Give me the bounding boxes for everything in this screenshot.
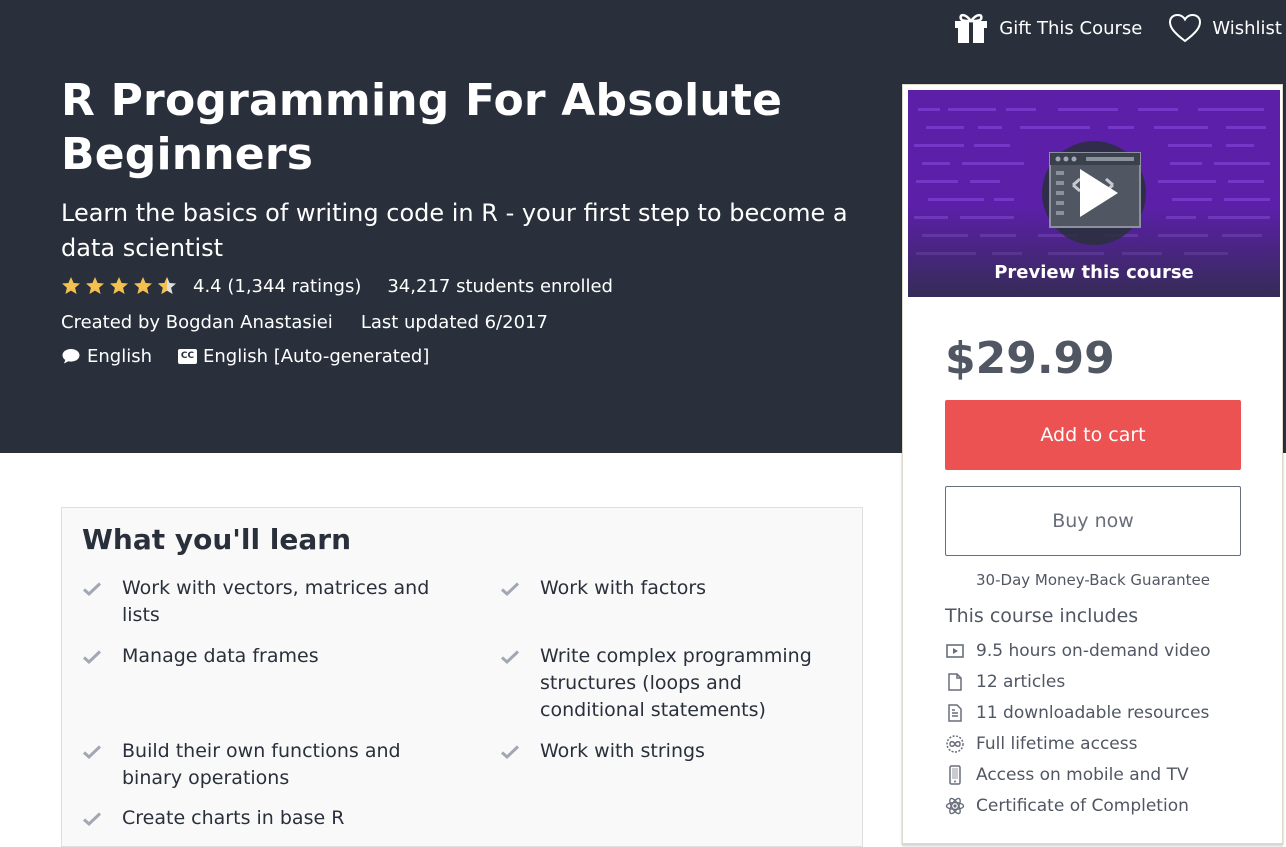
- gift-course-button[interactable]: Gift This Course: [953, 12, 1142, 44]
- learn-title: What you'll learn: [82, 523, 352, 556]
- check-icon: [82, 738, 122, 792]
- purchase-sidebar: Preview this course $29.99 Add to cart B…: [902, 84, 1283, 844]
- mobile-icon: [945, 764, 965, 785]
- speech-bubble-icon: [62, 349, 80, 364]
- last-updated: Last updated 6/2017: [360, 311, 548, 333]
- include-item: 9.5 hours on-demand video: [945, 635, 1245, 666]
- course-preview-video[interactable]: Preview this course: [908, 90, 1280, 297]
- code-decoration: [970, 180, 1000, 183]
- code-decoration: [994, 198, 1014, 201]
- code-decoration: [1154, 126, 1208, 129]
- learn-item: Write complex programming structures (lo…: [500, 643, 850, 724]
- gift-icon: [953, 12, 999, 44]
- top-actions: Gift This Course Wishlist: [953, 12, 1286, 44]
- caption-language: CC English [Auto-generated]: [178, 346, 429, 367]
- code-decoration: [1168, 144, 1212, 147]
- meta-row: Created by Bogdan Anastasiei Last update…: [61, 308, 548, 336]
- code-decoration: [1058, 108, 1118, 111]
- code-decoration: [978, 126, 1002, 129]
- what-you-will-learn: What you'll learn Work with vectors, mat…: [61, 507, 863, 847]
- code-decoration: [1214, 162, 1270, 165]
- code-decoration: [1224, 198, 1270, 201]
- rating-row: 4.4 (1,344 ratings) 34,217 students enro…: [61, 272, 613, 300]
- star-rating: [61, 276, 181, 296]
- article-icon: [945, 672, 965, 692]
- check-icon: [82, 575, 122, 629]
- include-item: Access on mobile and TV: [945, 759, 1245, 790]
- code-decoration: [928, 198, 984, 201]
- code-decoration: [916, 180, 958, 183]
- preview-label: Preview this course: [994, 262, 1194, 283]
- code-decoration: [948, 108, 996, 111]
- gift-course-label: Gift This Course: [999, 17, 1143, 39]
- code-decoration: [1198, 108, 1264, 111]
- learn-item: Create charts in base R: [82, 805, 432, 835]
- language-row: English CC English [Auto-generated]: [61, 342, 455, 370]
- include-item: 11 downloadable resources: [945, 697, 1245, 728]
- check-icon: [82, 805, 122, 835]
- learn-item: Work with vectors, matrices and lists: [82, 575, 432, 629]
- includes-title: This course includes: [945, 605, 1139, 627]
- check-icon: [82, 643, 122, 673]
- half-star-icon: [158, 277, 176, 294]
- includes-list: 9.5 hours on-demand video 12 articles 11…: [945, 635, 1245, 821]
- code-decoration: [914, 144, 964, 147]
- check-icon: [500, 575, 540, 605]
- wishlist-label: Wishlist: [1212, 17, 1282, 39]
- code-decoration: [1170, 162, 1202, 165]
- learn-item: Work with factors: [500, 575, 850, 605]
- code-decoration: [1006, 108, 1036, 111]
- learn-item: Build their own functions and binary ope…: [82, 738, 432, 792]
- buy-now-button[interactable]: Buy now: [945, 486, 1241, 556]
- include-item: Certificate of Completion: [945, 790, 1245, 821]
- course-title: R Programming For Absolute Beginners: [61, 75, 783, 180]
- include-item: Full lifetime access: [945, 728, 1245, 759]
- audio-language: English: [61, 346, 152, 367]
- created-by[interactable]: Created by Bogdan Anastasiei: [61, 312, 333, 333]
- learn-item: Work with strings: [500, 738, 850, 768]
- code-decoration: [918, 108, 940, 111]
- star-icon: [134, 277, 152, 294]
- include-item: 12 articles: [945, 666, 1245, 697]
- rating-text[interactable]: 4.4 (1,344 ratings): [193, 276, 361, 297]
- star-icon: [110, 277, 128, 294]
- add-to-cart-button[interactable]: Add to cart: [945, 400, 1241, 470]
- star-icon: [62, 277, 80, 294]
- code-decoration: [1226, 144, 1254, 147]
- closed-captions-icon: CC: [178, 348, 197, 364]
- star-icon: [86, 277, 104, 294]
- code-decoration: [1020, 126, 1090, 129]
- captions-label: English [Auto-generated]: [203, 345, 430, 367]
- code-decoration: [962, 162, 1024, 165]
- heart-icon: [1168, 13, 1212, 43]
- code-decoration: [922, 162, 950, 165]
- code-decoration: [1226, 126, 1266, 129]
- code-decoration: [1108, 126, 1134, 129]
- learn-item: Manage data frames: [82, 643, 432, 673]
- play-icon: [1080, 169, 1118, 217]
- video-icon: [945, 641, 965, 661]
- course-subtitle: Learn the basics of writing code in R - …: [61, 199, 848, 262]
- code-decoration: [1138, 108, 1178, 111]
- play-button[interactable]: [1042, 141, 1146, 245]
- infinity-icon: [945, 734, 965, 754]
- price: $29.99: [945, 333, 1115, 384]
- code-decoration: [974, 144, 1010, 147]
- money-back-guarantee: 30-Day Money-Back Guarantee: [976, 571, 1210, 589]
- code-decoration: [1228, 180, 1264, 183]
- certificate-icon: [945, 796, 965, 816]
- wishlist-button[interactable]: Wishlist: [1168, 13, 1282, 43]
- code-decoration: [1172, 198, 1212, 201]
- download-file-icon: [945, 703, 965, 723]
- check-icon: [500, 643, 540, 724]
- check-icon: [500, 738, 540, 768]
- enrolled-count: 34,217 students enrolled: [387, 275, 613, 297]
- code-decoration: [926, 126, 964, 129]
- code-decoration: [1158, 180, 1216, 183]
- language-label: English: [87, 345, 152, 367]
